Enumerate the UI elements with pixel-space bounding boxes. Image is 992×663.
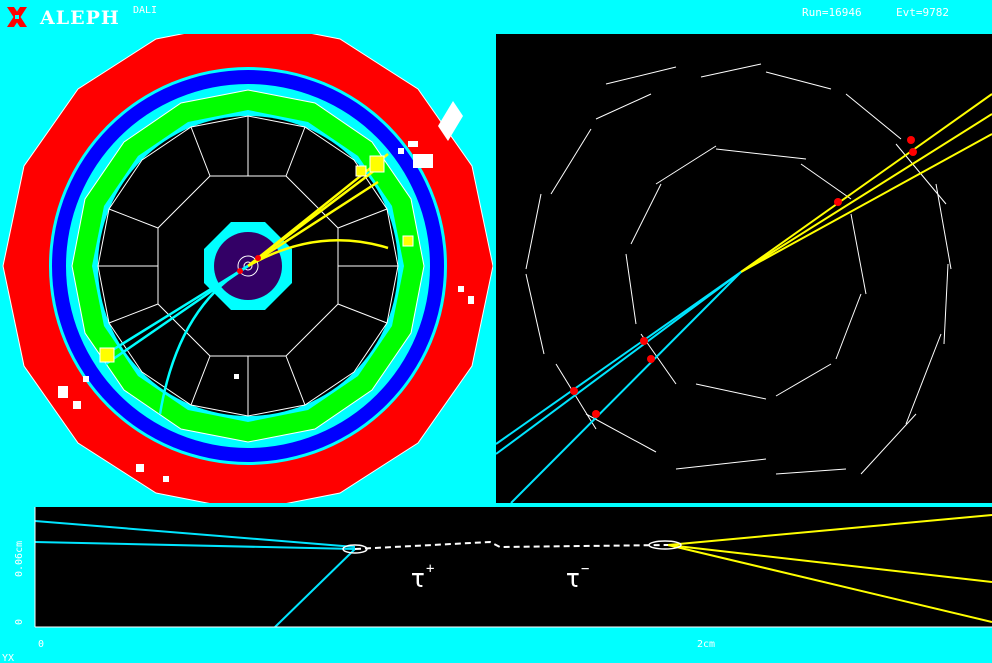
app-title: ALEPH	[40, 7, 120, 29]
x-zero-label: 0	[38, 639, 44, 650]
vertex-yx-view[interactable]: τ + τ − 0.06cm 0 0 2cm YX	[0, 507, 992, 663]
run-number: Run=16946	[802, 6, 862, 19]
program-name: DALI	[133, 5, 158, 16]
header-bar: ALEPH DALI Run=16946 Evt=9782	[0, 0, 992, 34]
x-scale-label: 2cm	[697, 639, 715, 650]
detector-rz-view[interactable]	[0, 34, 493, 503]
tau-plus-label: τ	[410, 564, 426, 594]
ecal-cluster-yellow	[369, 155, 385, 173]
y-axis-label: 0.06cm	[14, 541, 25, 577]
view-corner-label: YX	[2, 653, 14, 663]
aleph-logo-icon	[7, 7, 27, 27]
tau-minus-label: τ	[565, 564, 581, 594]
tau-minus-sup: −	[581, 561, 589, 577]
event-number: Evt=9782	[896, 6, 949, 19]
y-zero-label: 0	[14, 619, 25, 625]
tau-plus-sup: +	[426, 561, 434, 577]
vertex-zoom-view[interactable]	[496, 34, 992, 503]
